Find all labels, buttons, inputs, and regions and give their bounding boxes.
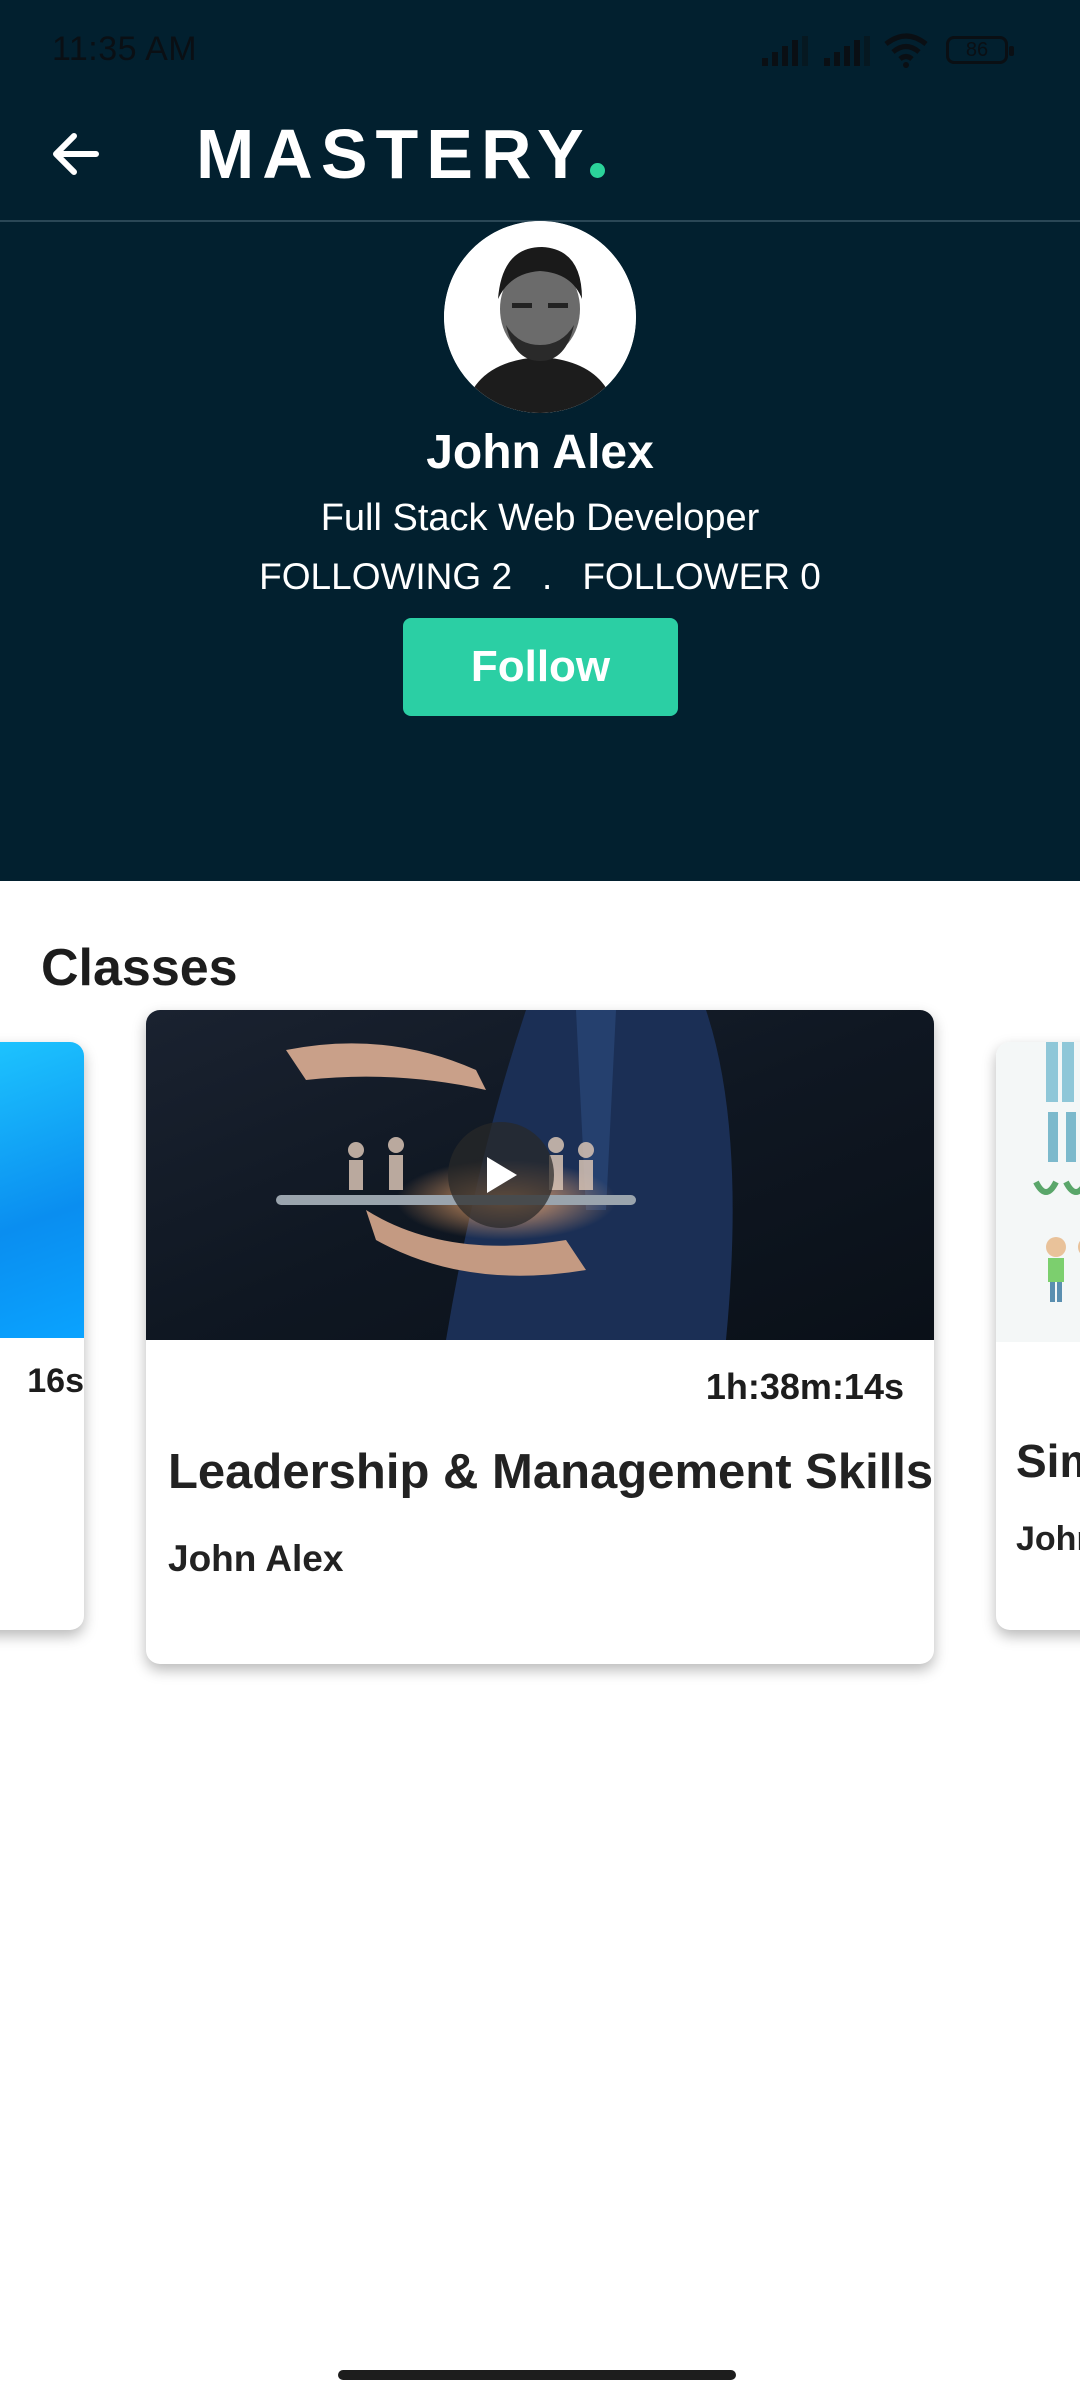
wifi-icon bbox=[884, 33, 928, 68]
following-count[interactable]: FOLLOWING 2 bbox=[259, 556, 512, 597]
class-card-previous[interactable]: 16s bbox=[0, 1042, 84, 1630]
battery-level: 86 bbox=[965, 39, 989, 61]
class-duration: 1h:38m:14s bbox=[705, 1366, 904, 1407]
follow-button[interactable]: Follow bbox=[403, 618, 678, 716]
logo-text: MASTERY bbox=[196, 115, 592, 193]
class-thumbnail bbox=[996, 1042, 1080, 1342]
back-button[interactable] bbox=[40, 118, 112, 190]
class-title: Leadership & Management Skills bbox=[168, 1445, 934, 1499]
follower-count[interactable]: FOLLOWER 0 bbox=[582, 556, 821, 597]
class-author: John bbox=[1016, 1520, 1080, 1558]
play-button[interactable] bbox=[448, 1122, 554, 1228]
profile-photo bbox=[444, 221, 636, 413]
status-bar: 11:35 AM 86 bbox=[0, 0, 1080, 105]
battery-icon: 86 bbox=[946, 36, 1014, 64]
class-card[interactable]: 1h:38m:14s Leadership & Management Skill… bbox=[146, 1010, 934, 1664]
class-thumbnail bbox=[146, 1010, 934, 1340]
signal-icon-2 bbox=[824, 36, 870, 66]
stats-separator: . bbox=[542, 556, 553, 597]
avatar bbox=[444, 221, 636, 413]
class-title: Sim bbox=[1016, 1435, 1080, 1487]
class-author: John Alex bbox=[168, 1538, 344, 1579]
kids-illustration bbox=[1033, 1042, 1080, 1302]
class-thumbnail bbox=[0, 1042, 84, 1338]
profile-name: John Alex bbox=[426, 426, 654, 479]
signal-icon bbox=[762, 36, 808, 66]
home-indicator[interactable] bbox=[338, 2370, 736, 2380]
class-card-next[interactable]: Sim John bbox=[996, 1042, 1080, 1630]
classes-heading: Classes bbox=[41, 939, 238, 997]
logo-dot bbox=[589, 163, 605, 178]
play-icon bbox=[487, 1157, 517, 1193]
mastery-logo: MASTERY bbox=[196, 110, 605, 198]
profile-stats: FOLLOWING 2. FOLLOWER 0 bbox=[0, 556, 1080, 598]
arrow-left-icon bbox=[53, 133, 99, 175]
status-time: 11:35 AM bbox=[52, 30, 198, 68]
profile-title: Full Stack Web Developer bbox=[320, 497, 760, 539]
class-duration: 16s bbox=[27, 1362, 84, 1400]
